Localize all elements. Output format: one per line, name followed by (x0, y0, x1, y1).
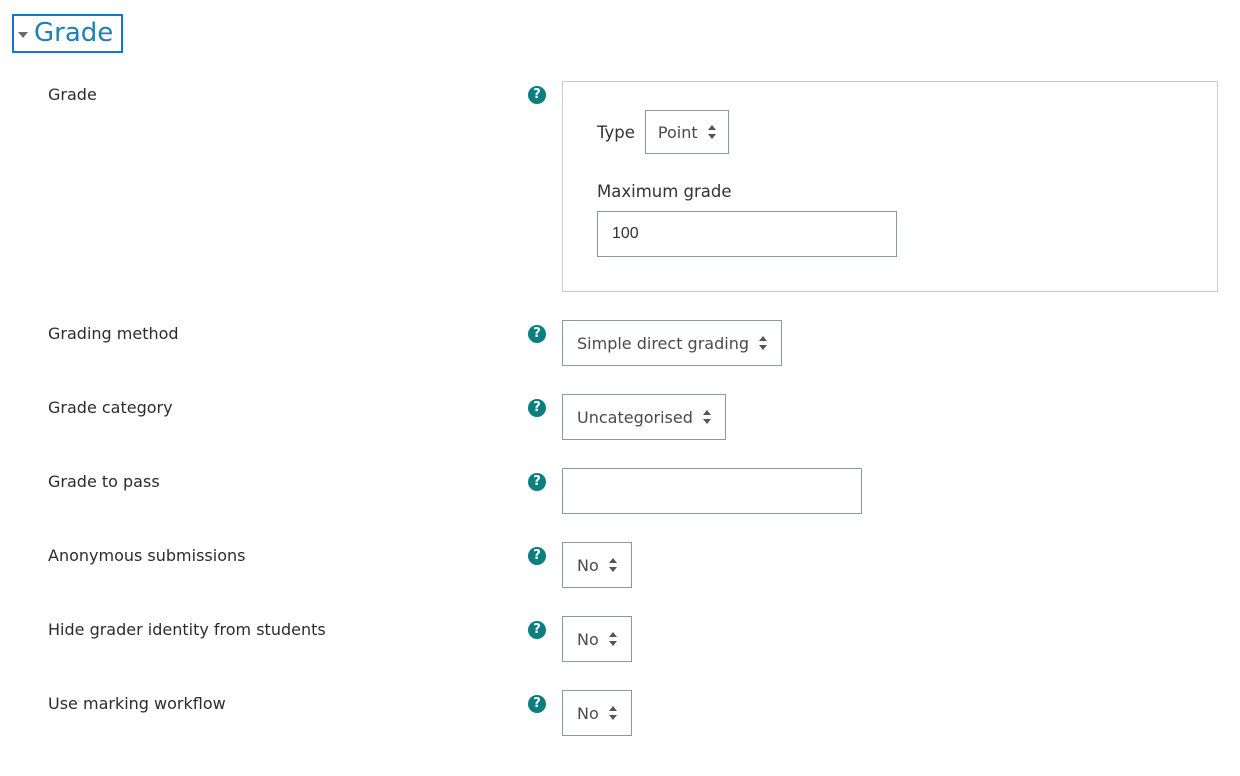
sort-icon (703, 410, 711, 424)
label-grade: Grade (48, 85, 520, 104)
caret-down-icon (18, 32, 28, 38)
label-max-grade: Maximum grade (597, 182, 1183, 201)
help-icon[interactable]: ? (528, 473, 546, 491)
grade-to-pass-input[interactable] (562, 468, 862, 514)
control-cell-hide-grader: No (562, 616, 1228, 662)
control-cell-grade: Type Point Maximum grade (562, 81, 1228, 292)
row-anonymous: Anonymous submissions ? No (12, 514, 1228, 588)
grade-category-select[interactable]: Uncategorised (562, 394, 726, 440)
label-hide-grader: Hide grader identity from students (48, 620, 520, 639)
row-grade-category: Grade category ? Uncategorised (12, 366, 1228, 440)
row-marking-workflow: Use marking workflow ? No (12, 662, 1228, 736)
label-cell-marking-workflow: Use marking workflow ? (12, 690, 550, 713)
marking-workflow-value: No (577, 704, 599, 723)
label-cell-anonymous: Anonymous submissions ? (12, 542, 550, 565)
anonymous-value: No (577, 556, 599, 575)
row-grading-method: Grading method ? Simple direct grading (12, 292, 1228, 366)
grade-type-value: Point (658, 123, 698, 142)
control-cell-marking-workflow: No (562, 690, 1228, 736)
grade-type-select[interactable]: Point (645, 110, 729, 154)
label-cell-grade-category: Grade category ? (12, 394, 550, 417)
sort-icon (609, 632, 617, 646)
help-icon[interactable]: ? (528, 86, 546, 104)
hide-grader-value: No (577, 630, 599, 649)
help-icon[interactable]: ? (528, 399, 546, 417)
max-grade-input[interactable] (597, 211, 897, 257)
control-cell-anonymous: No (562, 542, 1228, 588)
help-icon[interactable]: ? (528, 547, 546, 565)
marking-workflow-select[interactable]: No (562, 690, 632, 736)
row-grade: Grade ? Type Point Maximum grade (12, 57, 1228, 292)
grade-panel: Type Point Maximum grade (562, 81, 1218, 292)
help-icon[interactable]: ? (528, 695, 546, 713)
row-grade-to-pass: Grade to pass ? (12, 440, 1228, 514)
label-grade-type: Type (597, 123, 635, 142)
grading-method-select[interactable]: Simple direct grading (562, 320, 782, 366)
control-cell-grading-method: Simple direct grading (562, 320, 1228, 366)
grading-method-value: Simple direct grading (577, 334, 749, 353)
control-cell-grade-category: Uncategorised (562, 394, 1228, 440)
help-icon[interactable]: ? (528, 621, 546, 639)
sort-icon (609, 558, 617, 572)
row-hide-grader: Hide grader identity from students ? No (12, 588, 1228, 662)
hide-grader-select[interactable]: No (562, 616, 632, 662)
label-grade-category: Grade category (48, 398, 520, 417)
sort-icon (759, 336, 767, 350)
label-grading-method: Grading method (48, 324, 520, 343)
label-cell-grade-to-pass: Grade to pass ? (12, 468, 550, 491)
label-grade-to-pass: Grade to pass (48, 472, 520, 491)
sort-icon (708, 125, 716, 139)
grade-section-toggle[interactable]: Grade (12, 14, 123, 53)
help-icon[interactable]: ? (528, 325, 546, 343)
section-title: Grade (34, 18, 113, 49)
label-anonymous: Anonymous submissions (48, 546, 520, 565)
control-cell-grade-to-pass (562, 468, 1228, 514)
grade-category-value: Uncategorised (577, 408, 693, 427)
sort-icon (609, 706, 617, 720)
label-cell-grade: Grade ? (12, 81, 550, 104)
label-cell-grading-method: Grading method ? (12, 320, 550, 343)
label-cell-hide-grader: Hide grader identity from students ? (12, 616, 550, 639)
anonymous-select[interactable]: No (562, 542, 632, 588)
label-marking-workflow: Use marking workflow (48, 694, 520, 713)
